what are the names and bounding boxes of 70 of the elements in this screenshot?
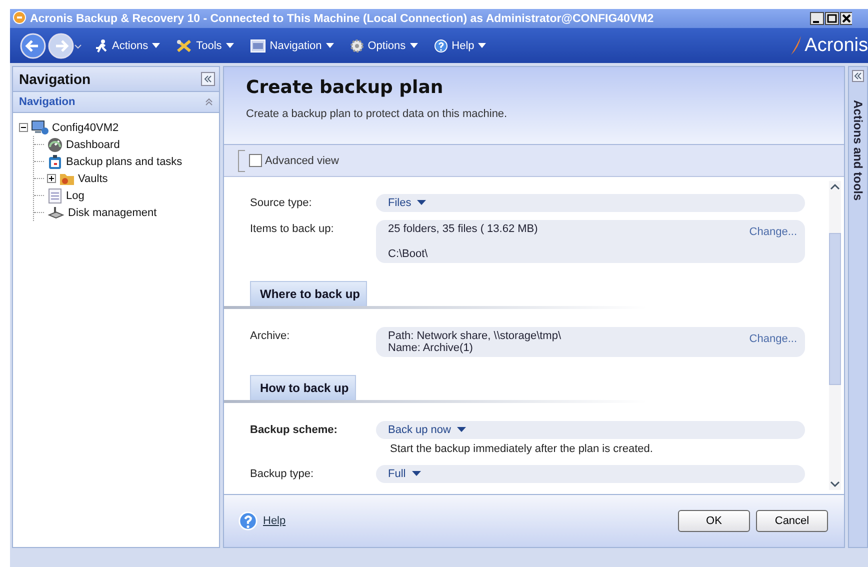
disk-icon: [47, 206, 65, 220]
forward-button[interactable]: [48, 32, 82, 58]
scrollbar[interactable]: [829, 181, 841, 490]
logo-icon: [788, 34, 803, 56]
chevron-up-icon: [205, 98, 213, 106]
clipboard-icon: [47, 154, 63, 170]
toolbar-menu[interactable]: Tools: [172, 36, 238, 54]
window-icon: [250, 38, 266, 52]
caret-icon: [226, 42, 234, 48]
running-figure-icon: [94, 38, 108, 52]
maximize-button[interactable]: [825, 12, 839, 25]
change-link[interactable]: Change...: [749, 226, 797, 238]
change-link[interactable]: Change...: [749, 333, 797, 345]
tree-item[interactable]: Config40VM2: [52, 122, 119, 134]
panel-title: Actions and tools: [851, 100, 865, 201]
close-button[interactable]: [840, 12, 852, 25]
dropdown[interactable]: Files: [388, 197, 426, 209]
tree-item[interactable]: Vaults: [78, 172, 108, 184]
dropdown[interactable]: Full: [388, 468, 421, 480]
section-header[interactable]: Navigation: [13, 92, 219, 113]
field-label: Backup type:: [250, 467, 315, 480]
tree-item[interactable]: Backup plans and tasks: [66, 156, 182, 168]
computer-icon: [31, 120, 49, 136]
caret-icon: [326, 42, 334, 48]
field-label: Source type:: [250, 196, 313, 209]
dialog-button[interactable]: OK: [678, 510, 750, 532]
toolbar-menu[interactable]: Help: [430, 36, 490, 54]
help-link[interactable]: Help: [263, 515, 286, 527]
tools-icon: [176, 38, 192, 52]
gear-icon: [350, 38, 364, 52]
tree-item[interactable]: Log: [66, 190, 84, 202]
field-label: Items to back up:: [250, 222, 335, 235]
field-label: Archive:: [250, 329, 291, 342]
field-value: Name: Archive(1): [388, 342, 474, 354]
field-description: Start the backup immediately after the plan is created.: [389, 442, 654, 457]
back-button[interactable]: [20, 32, 46, 58]
collapse-icon[interactable]: [19, 123, 28, 132]
page-subtitle: Create a backup plan to protect data on this machine.: [246, 108, 508, 120]
page-title: Create backup plan: [246, 77, 444, 98]
field-label: Backup scheme:: [250, 423, 338, 436]
expand-icon[interactable]: [47, 174, 56, 183]
minimize-button[interactable]: [810, 12, 824, 25]
document-icon: [47, 188, 63, 204]
window-title: Acronis Backup & Recovery 10 - Connected to This Machine (Local Connection) as Administrator@CONFIG40VM2: [30, 12, 655, 24]
caret-icon: [417, 200, 426, 206]
advanced-view-checkbox[interactable]: Advanced view: [249, 154, 339, 167]
field-value: C:\Boot\: [388, 248, 429, 260]
toolbar-menu[interactable]: Options: [346, 36, 422, 54]
caret-icon: [412, 471, 421, 477]
toolbar-menu[interactable]: Actions: [90, 36, 164, 54]
help-icon: [238, 511, 258, 531]
caret-icon: [478, 42, 486, 48]
app-icon: [13, 10, 26, 24]
caret-icon: [152, 42, 160, 48]
gauge-icon: [47, 136, 63, 152]
help-icon: [434, 38, 448, 52]
splitter-handle[interactable]: [238, 150, 245, 172]
toolbar-menu[interactable]: Navigation: [246, 36, 338, 54]
dropdown[interactable]: Back up now: [388, 424, 466, 436]
field-value: Path: Network share, \\storage\tmp\: [388, 330, 562, 342]
expand-button[interactable]: [852, 70, 864, 82]
dialog-button[interactable]: Cancel: [756, 510, 828, 532]
caret-icon: [410, 42, 418, 48]
collapse-button[interactable]: [201, 72, 215, 86]
field-value: 25 folders, 35 files ( 13.62 MB): [388, 223, 539, 235]
tree-item[interactable]: Dashboard: [66, 138, 120, 150]
tree-item[interactable]: Disk management: [68, 206, 157, 218]
panel-title: Navigation: [19, 71, 91, 87]
caret-icon: [456, 427, 466, 433]
brand-logo: Acronis: [804, 34, 868, 56]
